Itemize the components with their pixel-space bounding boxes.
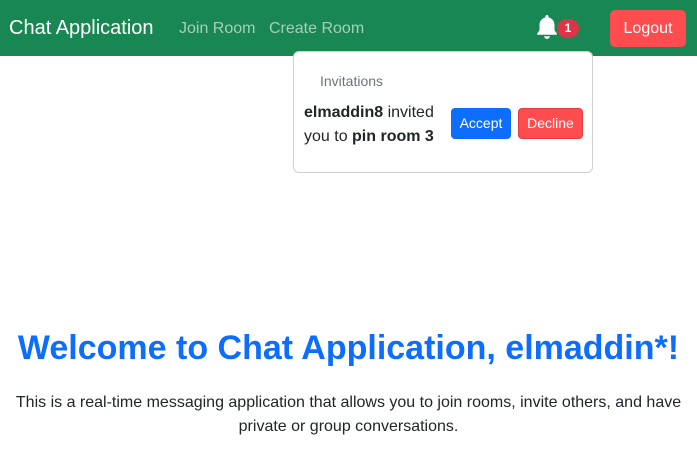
- inviter-name: elmaddin8: [304, 104, 384, 121]
- nav-link-create-room[interactable]: Create Room: [269, 18, 364, 40]
- top-navbar: Chat Application Join Room Create Room 1…: [0, 0, 697, 56]
- navbar-brand[interactable]: Chat Application: [9, 14, 154, 42]
- logout-button[interactable]: Logout: [610, 10, 686, 47]
- decline-button[interactable]: Decline: [518, 108, 583, 139]
- room-name: pin room 3: [352, 128, 434, 145]
- invitation-message: elmaddin8 invited you to pin room 3: [304, 101, 444, 149]
- notification-count-badge: 1: [557, 19, 579, 38]
- invitations-dropdown: Invitations elmaddin8 invited you to pin…: [293, 51, 593, 173]
- invitations-header: Invitations: [320, 73, 384, 89]
- nav-link-join-room[interactable]: Join Room: [179, 18, 255, 40]
- app-description: This is a real-time messaging applicatio…: [15, 394, 682, 435]
- welcome-heading: Welcome to Chat Application, elmaddin*!: [17, 329, 680, 367]
- accept-button[interactable]: Accept: [451, 108, 511, 139]
